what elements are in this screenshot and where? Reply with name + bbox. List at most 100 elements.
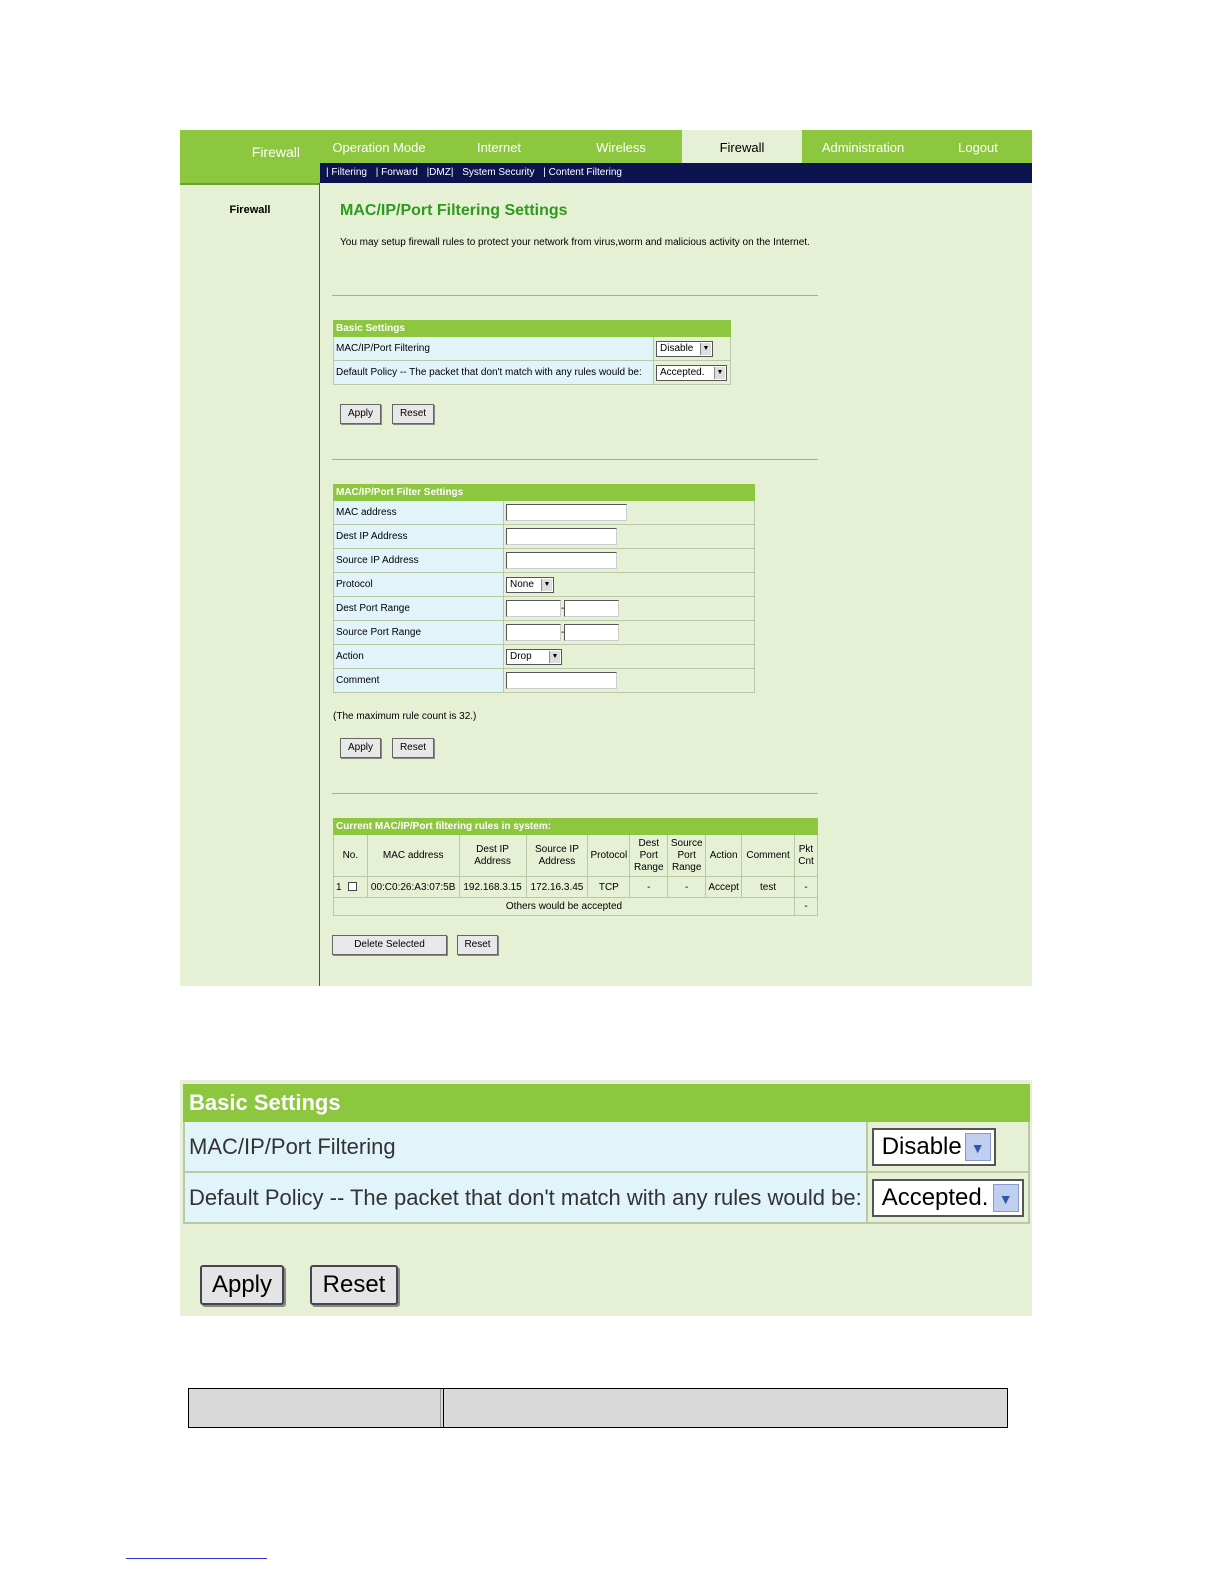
col-protocol: Protocol	[587, 834, 631, 877]
subnav-dmz[interactable]: |DMZ|	[427, 167, 454, 178]
zoom-apply-button[interactable]: Apply	[200, 1265, 284, 1305]
section-divider	[332, 459, 818, 460]
table-divider	[440, 1389, 441, 1427]
col-no: No.	[333, 834, 368, 877]
table-divider	[443, 1389, 444, 1427]
basic-settings-header: Basic Settings	[333, 320, 731, 337]
basic-apply-button[interactable]: Apply	[340, 404, 381, 424]
comment-label: Comment	[333, 668, 504, 693]
firewall-screenshot: Firewall Operation Mode Internet Wireles…	[180, 130, 1032, 986]
source-port-to-input[interactable]	[564, 624, 620, 641]
filtering-cell: Disable ▼	[653, 336, 731, 361]
empty-description-table	[188, 1388, 1008, 1428]
zoom-basic-settings-header: Basic Settings	[183, 1084, 1030, 1122]
filter-apply-button[interactable]: Apply	[340, 738, 381, 758]
rule-no-cell: 1	[333, 876, 368, 898]
rule-comment: test	[741, 876, 795, 898]
delete-selected-button[interactable]: Delete Selected	[332, 935, 447, 955]
chevron-down-icon: ▼	[964, 1132, 991, 1161]
tab-operation-mode[interactable]: Operation Mode	[320, 130, 438, 163]
rule-action: Accept	[705, 876, 743, 898]
chevron-down-icon: ▼	[714, 366, 725, 379]
dest-port-range-label: Dest Port Range	[333, 596, 504, 621]
source-port-range-cell: -	[503, 620, 755, 645]
comment-input[interactable]	[506, 672, 617, 689]
basic-settings-zoom-screenshot: Basic Settings MAC/IP/Port Filtering Dis…	[180, 1080, 1032, 1316]
protocol-cell: None ▼	[503, 572, 755, 597]
tab-logout[interactable]: Logout	[924, 130, 1032, 163]
protocol-label: Protocol	[333, 572, 504, 597]
subnav-content-filtering[interactable]: | Content Filtering	[543, 167, 622, 178]
chevron-down-icon: ▼	[549, 650, 560, 663]
tab-internet[interactable]: Internet	[438, 130, 560, 163]
source-port-range-label: Source Port Range	[333, 620, 504, 645]
action-cell: Drop ▼	[503, 644, 755, 669]
dest-port-to-input[interactable]	[564, 600, 620, 617]
subnav-forward[interactable]: | Forward	[376, 167, 418, 178]
col-dest-ip: Dest IP Address	[458, 834, 527, 877]
tab-firewall[interactable]: Firewall	[682, 130, 802, 163]
col-dest-port: Dest Port Range	[629, 834, 669, 877]
chevron-down-icon: ▼	[700, 342, 711, 355]
filter-reset-button[interactable]: Reset	[392, 738, 434, 758]
rule-dest-ip: 192.168.3.15	[458, 876, 527, 898]
rules-header: Current MAC/IP/Port filtering rules in s…	[333, 818, 818, 835]
tab-wireless[interactable]: Wireless	[560, 130, 682, 163]
zoom-filtering-label: MAC/IP/Port Filtering	[183, 1120, 868, 1173]
zoom-reset-button[interactable]: Reset	[310, 1265, 398, 1305]
sub-nav-bar: | Filtering | Forward |DMZ| System Secur…	[320, 163, 1032, 183]
subnav-system-security[interactable]: System Security	[462, 167, 534, 178]
table-row: Others would be accepted -	[333, 897, 818, 916]
action-select[interactable]: Drop ▼	[506, 648, 562, 665]
page-description: You may setup firewall rules to protect …	[340, 237, 810, 248]
brand-label: Firewall	[180, 130, 320, 183]
rule-no: 1	[336, 881, 342, 893]
filtering-select[interactable]: Disable ▼	[656, 340, 713, 357]
footnote-rule	[126, 1558, 267, 1559]
source-ip-cell	[503, 548, 755, 573]
chevron-down-icon: ▼	[992, 1183, 1019, 1212]
others-pkt-cnt: -	[794, 897, 818, 916]
subnav-filtering[interactable]: | Filtering	[326, 167, 367, 178]
protocol-select[interactable]: None ▼	[506, 576, 554, 593]
default-policy-label: Default Policy -- The packet that don't …	[333, 360, 654, 385]
default-policy-cell: Accepted. ▼	[653, 360, 731, 385]
page-title: MAC/IP/Port Filtering Settings	[340, 202, 568, 219]
action-label: Action	[333, 644, 504, 669]
zoom-default-policy-label: Default Policy -- The packet that don't …	[183, 1171, 868, 1224]
dest-port-range-cell: -	[503, 596, 755, 621]
rule-pkt-cnt: -	[794, 876, 818, 898]
col-source-port: Source Port Range	[667, 834, 707, 877]
table-row: 1 00:C0:26:A3:07:5B 192.168.3.15 172.16.…	[333, 876, 818, 898]
zoom-filtering-select[interactable]: Disable ▼	[871, 1127, 996, 1166]
chevron-down-icon: ▼	[541, 578, 552, 591]
rule-select-checkbox[interactable]	[347, 882, 357, 892]
zoom-default-policy-cell: Accepted. ▼	[865, 1171, 1030, 1224]
rules-table: Current MAC/IP/Port filtering rules in s…	[333, 818, 818, 916]
source-ip-input[interactable]	[506, 552, 617, 569]
section-divider	[332, 793, 818, 794]
mac-address-label: MAC address	[333, 500, 504, 525]
col-source-ip: Source IP Address	[525, 834, 589, 877]
dest-port-from-input[interactable]	[506, 600, 561, 617]
zoom-default-policy-select[interactable]: Accepted. ▼	[871, 1178, 1024, 1217]
basic-reset-button[interactable]: Reset	[392, 404, 434, 424]
others-accepted-text: Others would be accepted	[333, 897, 795, 916]
rules-reset-button[interactable]: Reset	[457, 935, 498, 955]
zoom-filtering-cell: Disable ▼	[865, 1120, 1030, 1173]
rule-dest-port: -	[629, 876, 669, 898]
rule-source-port: -	[667, 876, 707, 898]
mac-address-cell	[503, 500, 755, 525]
col-comment: Comment	[741, 834, 795, 877]
source-ip-label: Source IP Address	[333, 548, 504, 573]
sidebar-item-firewall[interactable]: Firewall	[180, 204, 320, 216]
dest-ip-input[interactable]	[506, 528, 617, 545]
sidebar-divider	[319, 183, 320, 986]
mac-address-input[interactable]	[506, 504, 627, 521]
rule-protocol: TCP	[587, 876, 631, 898]
tab-administration[interactable]: Administration	[802, 130, 924, 163]
col-action: Action	[705, 834, 743, 877]
default-policy-select[interactable]: Accepted. ▼	[656, 364, 727, 381]
comment-cell	[503, 668, 755, 693]
source-port-from-input[interactable]	[506, 624, 561, 641]
